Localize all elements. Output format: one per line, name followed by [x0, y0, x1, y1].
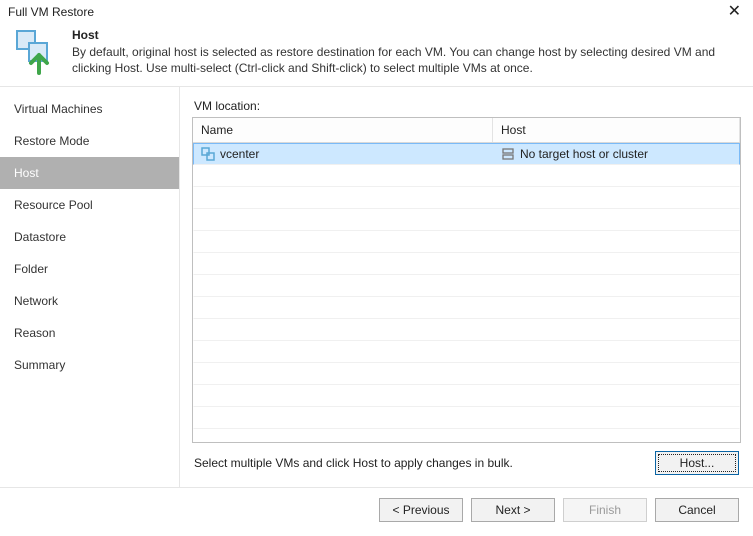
close-icon[interactable]: ✕ — [724, 4, 745, 20]
sidebar-item-reason[interactable]: Reason — [0, 317, 179, 349]
sidebar-item-network[interactable]: Network — [0, 285, 179, 317]
table-row-empty — [193, 297, 740, 319]
wizard-body: Virtual Machines Restore Mode Host Resou… — [0, 86, 753, 487]
window-title: Full VM Restore — [8, 5, 94, 19]
host-button[interactable]: Host... — [655, 451, 739, 475]
bulk-hint-text: Select multiple VMs and click Host to ap… — [194, 456, 513, 470]
sidebar-item-restore-mode[interactable]: Restore Mode — [0, 125, 179, 157]
sidebar-item-virtual-machines[interactable]: Virtual Machines — [0, 93, 179, 125]
table-row-empty — [193, 165, 740, 187]
column-header-host[interactable]: Host — [493, 118, 740, 142]
host-icon — [500, 146, 516, 162]
cell-host-text: No target host or cluster — [520, 147, 648, 161]
table-row-empty — [193, 407, 740, 429]
bulk-action-row: Select multiple VMs and click Host to ap… — [192, 443, 741, 479]
table-body: vcenter No target host or cluster — [193, 143, 740, 442]
table-row-empty — [193, 385, 740, 407]
cell-host: No target host or cluster — [494, 144, 739, 164]
wizard-sidebar: Virtual Machines Restore Mode Host Resou… — [0, 87, 180, 487]
sidebar-item-summary[interactable]: Summary — [0, 349, 179, 381]
sidebar-item-host[interactable]: Host — [0, 157, 179, 189]
previous-button[interactable]: < Previous — [379, 498, 463, 522]
cell-name-text: vcenter — [220, 147, 259, 161]
table-row-empty — [193, 209, 740, 231]
wizard-header: Host By default, original host is select… — [0, 22, 753, 86]
wizard-main: VM location: Name Host — [180, 87, 753, 487]
table-row-empty — [193, 253, 740, 275]
cell-name: vcenter — [194, 144, 494, 164]
window: Full VM Restore ✕ Host By default, origi… — [0, 0, 753, 536]
column-header-name[interactable]: Name — [193, 118, 493, 142]
table-row-empty — [193, 187, 740, 209]
table-row-empty — [193, 319, 740, 341]
next-button[interactable]: Next > — [471, 498, 555, 522]
finish-button[interactable]: Finish — [563, 498, 647, 522]
table-row-empty — [193, 341, 740, 363]
sidebar-item-datastore[interactable]: Datastore — [0, 221, 179, 253]
sidebar-item-resource-pool[interactable]: Resource Pool — [0, 189, 179, 221]
cancel-button[interactable]: Cancel — [655, 498, 739, 522]
titlebar: Full VM Restore ✕ — [0, 0, 753, 22]
header-description: By default, original host is selected as… — [72, 44, 739, 76]
vm-location-label: VM location: — [194, 99, 741, 113]
vm-icon — [200, 146, 216, 162]
header-title: Host — [72, 28, 739, 42]
table-row[interactable]: vcenter No target host or cluster — [193, 143, 740, 165]
wizard-footer: < Previous Next > Finish Cancel — [0, 487, 753, 536]
sidebar-item-folder[interactable]: Folder — [0, 253, 179, 285]
host-wizard-icon — [14, 28, 62, 76]
table-row-empty — [193, 231, 740, 253]
vm-location-table: Name Host vcenter — [192, 117, 741, 443]
table-row-empty — [193, 275, 740, 297]
table-header: Name Host — [193, 118, 740, 143]
table-row-empty — [193, 363, 740, 385]
